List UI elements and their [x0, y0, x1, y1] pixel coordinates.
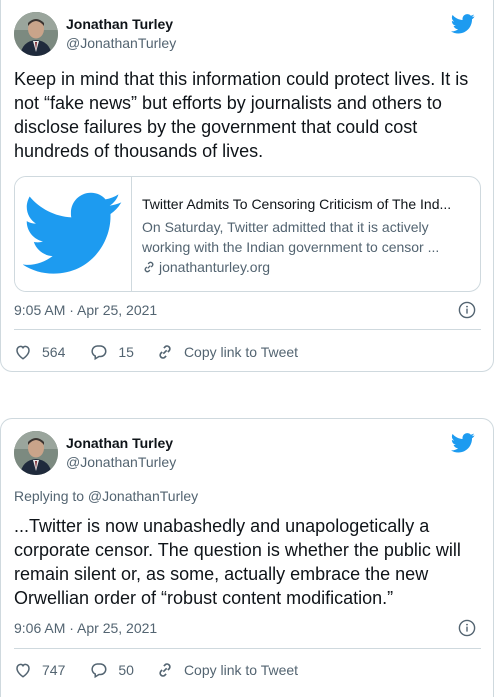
avatar[interactable] [14, 12, 58, 56]
link-domain-text: jonathanturley.org [159, 259, 271, 275]
tweet-actions: 564 15 Copy link to Tweet [14, 343, 298, 361]
user-info: Jonathan Turley @JonathanTurley [66, 434, 176, 472]
reply-count: 50 [118, 662, 134, 678]
user-handle[interactable]: @JonathanTurley [66, 34, 176, 53]
info-icon[interactable] [458, 619, 476, 637]
tweet-header: Jonathan Turley @JonathanTurley [14, 431, 176, 475]
link-preview-card[interactable]: Twitter Admits To Censoring Criticism of… [14, 176, 481, 292]
user-info: Jonathan Turley @JonathanTurley [66, 15, 176, 53]
link-chain-icon [159, 345, 171, 359]
heart-icon [16, 345, 30, 360]
display-name[interactable]: Jonathan Turley [66, 434, 176, 453]
tweet-text: Keep in mind that this information could… [14, 69, 469, 161]
tweet-header: Jonathan Turley @JonathanTurley [14, 12, 176, 56]
copy-link-label: Copy link to Tweet [183, 344, 299, 360]
info-icon[interactable] [458, 301, 476, 319]
divider [14, 329, 481, 330]
twitter-bird-icon[interactable] [451, 14, 475, 34]
reply-bubble-icon [91, 663, 107, 679]
tweet-actions: 747 50 Copy link to Tweet [14, 661, 298, 679]
link-card-body: Twitter Admits To Censoring Criticism of… [132, 177, 480, 291]
reply-bubble-icon [91, 345, 107, 361]
link-chain-icon [159, 663, 171, 677]
like-button[interactable]: 564 [14, 343, 65, 361]
heart-icon [16, 663, 30, 678]
user-handle[interactable]: @JonathanTurley [66, 453, 176, 472]
reply-count: 15 [118, 344, 134, 360]
link-title[interactable]: Twitter Admits To Censoring Criticism of… [142, 194, 468, 214]
link-chain-icon [144, 261, 154, 273]
copy-link-button[interactable]: Copy link to Tweet [156, 343, 298, 361]
replying-to-label[interactable]: Replying to @JonathanTurley [14, 488, 198, 504]
tweet-timestamp[interactable]: 9:05 AM · Apr 25, 2021 [14, 302, 157, 318]
reply-button[interactable]: 15 [90, 343, 134, 361]
display-name[interactable]: Jonathan Turley [66, 15, 176, 34]
copy-link-button[interactable]: Copy link to Tweet [156, 661, 298, 679]
like-button[interactable]: 747 [14, 661, 65, 679]
twitter-bird-icon[interactable] [451, 433, 475, 453]
tweet-card[interactable]: Jonathan Turley @JonathanTurley Replying… [0, 418, 494, 697]
twitter-bird-icon [23, 192, 122, 274]
divider [14, 648, 481, 649]
copy-link-label: Copy link to Tweet [183, 662, 299, 678]
link-domain: jonathanturley.org [142, 257, 468, 277]
avatar[interactable] [14, 431, 58, 475]
like-count: 564 [42, 344, 66, 360]
like-count: 747 [42, 662, 66, 678]
tweet-text: ...Twitter is now unabashedly and unapol… [14, 516, 461, 608]
link-description: On Saturday, Twitter admitted that it is… [142, 219, 440, 255]
tweet-card[interactable]: Jonathan Turley @JonathanTurley Keep in … [0, 0, 494, 372]
reply-button[interactable]: 50 [90, 661, 134, 679]
tweet-timestamp[interactable]: 9:06 AM · Apr 25, 2021 [14, 620, 157, 636]
link-thumbnail[interactable] [15, 177, 132, 291]
